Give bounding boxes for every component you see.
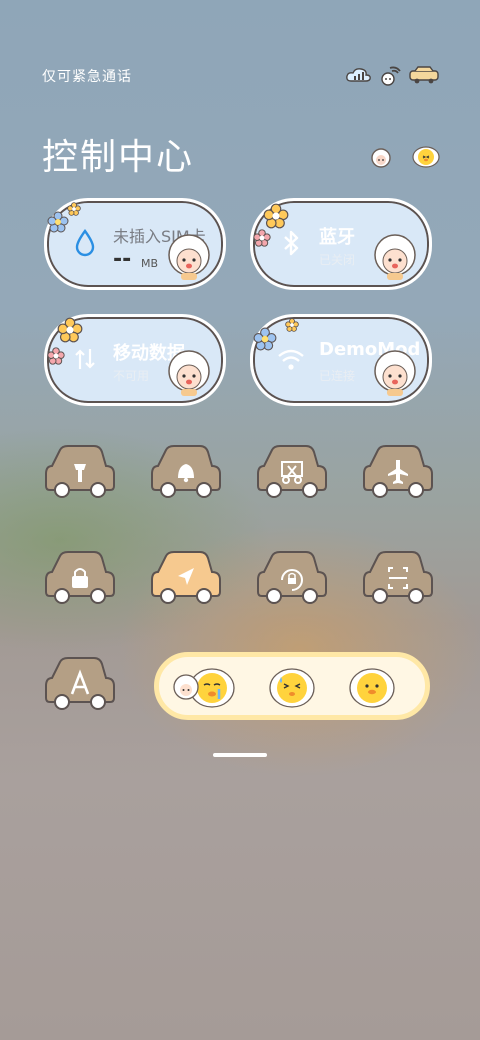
wifi-status: 已连接	[319, 369, 356, 383]
sim-data-value: --	[113, 247, 132, 272]
scan-icon	[363, 551, 433, 604]
sheep-mascot-icon	[371, 233, 419, 281]
blue-flower-icon	[253, 327, 277, 351]
screenshot-toggle[interactable]	[256, 444, 328, 500]
bluetooth-icon	[275, 227, 307, 259]
mobile-data-tile[interactable]: 移动数据 不可用	[44, 314, 226, 406]
sheep-mascot-icon	[165, 233, 213, 281]
font-size-toggle[interactable]	[44, 656, 116, 712]
pink-flower-icon	[253, 229, 271, 247]
pink-flower-icon	[47, 347, 65, 365]
page-title: 控制中心	[42, 137, 195, 178]
bell-icon	[151, 445, 221, 498]
yellow-flower-icon	[263, 203, 289, 229]
location-toggle[interactable]	[150, 550, 222, 606]
wifi-icon	[275, 343, 307, 375]
sim-data-tile[interactable]: 未插入SIM卡 -- MB	[44, 198, 226, 290]
data-arrows-icon	[69, 343, 101, 375]
yellow-flower-icon	[57, 317, 83, 343]
bluetooth-label: 蓝牙	[319, 227, 355, 248]
chick-settings-icon[interactable]	[412, 146, 440, 172]
battery-car-icon	[408, 66, 440, 88]
location-arrow-icon	[151, 551, 221, 604]
lock-icon	[45, 551, 115, 604]
scissors-icon	[257, 445, 327, 498]
sheep-mascot-icon	[165, 349, 213, 397]
sim-data-unit: MB	[141, 257, 159, 270]
wifi-sheep-icon	[378, 64, 402, 90]
water-drop-icon	[69, 227, 101, 259]
sheep-mascot-icon	[371, 349, 419, 397]
flashlight-toggle[interactable]	[44, 444, 116, 500]
brightness-slider[interactable]	[154, 652, 430, 720]
rotation-lock-icon	[257, 551, 327, 604]
happy-emoji-icon	[349, 665, 395, 711]
bluetooth-tile[interactable]: 蓝牙 已关闭	[250, 198, 432, 290]
scan-toggle[interactable]	[362, 550, 434, 606]
status-carrier-text: 仅可紧急通话	[42, 69, 132, 85]
status-icons	[346, 64, 440, 90]
yellow-flower-icon	[285, 317, 299, 332]
dismiss-handle[interactable]	[213, 753, 267, 757]
lock-screen-toggle[interactable]	[44, 550, 116, 606]
mobile-data-status: 不可用	[113, 369, 150, 383]
sheep-slider-thumb-icon[interactable]	[169, 673, 203, 701]
blue-flower-icon	[47, 211, 69, 233]
flashlight-icon	[45, 445, 115, 498]
airplane-icon	[363, 445, 433, 498]
letter-a-icon	[45, 657, 115, 710]
signal-cloud-icon	[346, 67, 372, 87]
wifi-tile[interactable]: DemoMod 已连接	[250, 314, 432, 406]
sound-toggle[interactable]	[150, 444, 222, 500]
sheep-edit-icon[interactable]	[368, 146, 394, 172]
bluetooth-status: 已关闭	[319, 253, 356, 267]
rotation-lock-toggle[interactable]	[256, 550, 328, 606]
yellow-flower-icon	[67, 201, 81, 216]
airplane-mode-toggle[interactable]	[362, 444, 434, 500]
sweat-emoji-icon	[269, 665, 315, 711]
